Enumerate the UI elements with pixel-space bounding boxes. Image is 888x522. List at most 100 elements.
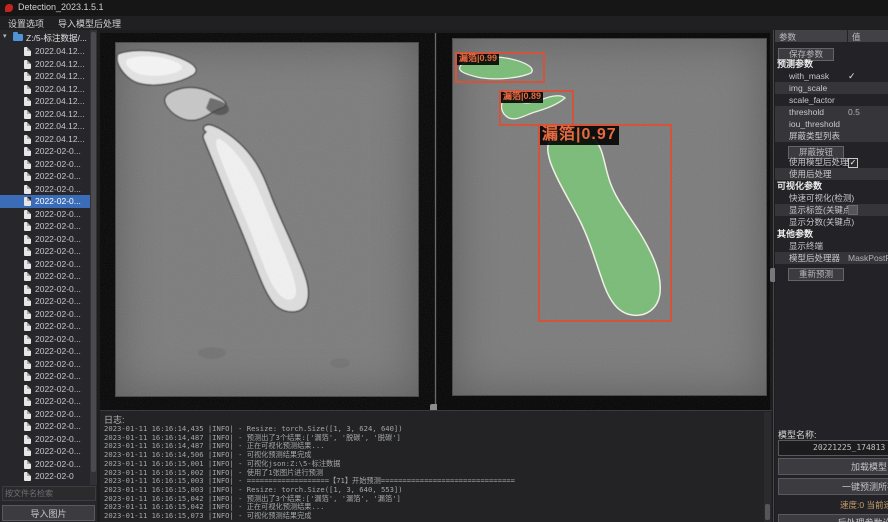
tree-item[interactable]: 2022-02-0... xyxy=(0,370,90,383)
param-row[interactable]: 使用模型后处理✓ xyxy=(775,156,888,168)
tree-item-label: 2022.04.12... xyxy=(35,59,85,69)
param-section-title: 预测参数 xyxy=(775,58,888,70)
param-row[interactable]: img_scale xyxy=(775,82,888,94)
predict-all-button[interactable]: 一键预测所有 xyxy=(778,478,888,495)
tree-item[interactable]: 2022.04.12... xyxy=(0,108,90,121)
param-row[interactable]: 快速可视化(检测) xyxy=(775,192,888,204)
tree-item[interactable]: 2022-02-0... xyxy=(0,433,90,446)
tree-item[interactable]: 2022-02-0... xyxy=(0,283,90,296)
param-row[interactable]: 显示分数(关键点) xyxy=(775,216,888,228)
tree-item[interactable]: 2022.04.12... xyxy=(0,58,90,71)
tree-item[interactable]: 2022.04.12... xyxy=(0,45,90,58)
file-icon xyxy=(24,372,31,381)
log-scrollbar[interactable] xyxy=(764,412,771,522)
tree-item[interactable]: 2022-02-0... xyxy=(0,333,90,346)
load-model-button[interactable]: 加载模型 xyxy=(778,458,888,475)
tree-item[interactable]: 2022-02-0... xyxy=(0,270,90,283)
model-name-value: 20221225_174813 xyxy=(813,443,885,452)
tree-item[interactable]: 2022-02-0... xyxy=(0,145,90,158)
tree-item[interactable]: 2022-02-0... xyxy=(0,295,90,308)
tree-item-label: 2022-02-0... xyxy=(35,409,81,419)
tree-item-label: 2022-02-0... xyxy=(35,184,81,194)
tree-item-label: 2022-02-0 xyxy=(35,471,74,481)
tree-item[interactable]: 2022-02-0 xyxy=(0,470,90,483)
param-row[interactable]: threshold0.5 xyxy=(775,106,888,118)
param-row[interactable]: iou_threshold xyxy=(775,118,888,130)
prediction-image-viewer[interactable]: 漏箔|0.99 漏箔|0.89 漏箔|0.97 xyxy=(437,33,770,410)
tree-item[interactable]: 2022-02-0... xyxy=(0,408,90,421)
param-value: MaskPostPro xyxy=(848,252,888,264)
tree-item[interactable]: 2022-02-0... xyxy=(0,195,90,208)
re-predict-button[interactable]: 重新预测 xyxy=(788,268,844,281)
tree-item[interactable]: 2022.04.12... xyxy=(0,83,90,96)
param-row[interactable]: 屏蔽类型列表 xyxy=(775,130,888,142)
menu-settings[interactable]: 设置选项 xyxy=(8,17,44,30)
tree-item[interactable]: 2022-02-0... xyxy=(0,420,90,433)
tree-item-label: 2022-02-0... xyxy=(35,259,81,269)
file-icon xyxy=(24,347,31,356)
tree-item[interactable]: 2022.04.12... xyxy=(0,95,90,108)
file-icon xyxy=(24,322,31,331)
param-value: 0.5 xyxy=(848,106,860,118)
param-row[interactable]: 显示标签(关键点) xyxy=(775,204,888,216)
tree-item[interactable]: 2022-02-0... xyxy=(0,245,90,258)
import-images-button[interactable]: 导入图片 xyxy=(2,505,95,521)
menu-bar: 设置选项 导入模型后处理 xyxy=(0,16,888,30)
param-row[interactable]: scale_factor xyxy=(775,94,888,106)
tree-item[interactable]: 2022.04.12... xyxy=(0,133,90,146)
original-image[interactable] xyxy=(115,42,419,397)
detection-label-2: 漏箔|0.89 xyxy=(501,92,543,103)
file-tree-panel: ▾ Z:/5-标注数据/... 2022.04.12...2022.04.12.… xyxy=(0,30,97,522)
file-icon xyxy=(24,447,31,456)
param-row[interactable]: 模型后处理器MaskPostPro xyxy=(775,252,888,264)
file-icon xyxy=(24,285,31,294)
tree-item[interactable]: 2022-02-0... xyxy=(0,158,90,171)
tree-item[interactable]: 2022-02-0... xyxy=(0,395,90,408)
tree-item-label: 2022-02-0... xyxy=(35,159,81,169)
tree-root-folder[interactable]: ▾ Z:/5-标注数据/... xyxy=(0,32,97,44)
tree-scrollbar[interactable] xyxy=(90,30,97,485)
postprocess-params-button[interactable]: 后处理参数设置 xyxy=(778,514,888,522)
params-header-value: 值 xyxy=(848,30,888,42)
tree-item-label: 2022-02-0... xyxy=(35,271,81,281)
tree-item[interactable]: 2022-02-0... xyxy=(0,170,90,183)
tree-item[interactable]: 2022-02-0... xyxy=(0,308,90,321)
model-name-field[interactable]: 20221225_174813 xyxy=(778,440,888,456)
tree-root-label: Z:/5-标注数据/... xyxy=(26,32,87,44)
tree-item[interactable]: 2022-02-0... xyxy=(0,320,90,333)
params-panel: 参数 值 保存参数 预测参数with_mask✓img_scalescale_f… xyxy=(775,30,888,522)
tree-item-label: 2022-02-0... xyxy=(35,284,81,294)
file-icon xyxy=(24,272,31,281)
checkbox-empty[interactable] xyxy=(848,205,858,215)
tree-item-label: 2022-02-0... xyxy=(35,196,81,206)
menu-import-model-postprocess[interactable]: 导入模型后处理 xyxy=(58,17,121,30)
param-label: iou_threshold xyxy=(789,118,840,130)
param-label: 显示标签(关键点) xyxy=(789,204,854,216)
chevron-down-icon[interactable]: ▾ xyxy=(3,32,7,40)
tree-item[interactable]: 2022-02-0... xyxy=(0,258,90,271)
param-row[interactable]: 显示终端 xyxy=(775,240,888,252)
file-icon xyxy=(24,97,31,106)
tree-item[interactable]: 2022-02-0... xyxy=(0,358,90,371)
tree-item-label: 2022.04.12... xyxy=(35,109,85,119)
app-window: Detection_2023.1.5.1 设置选项 导入模型后处理 ▾ Z:/5… xyxy=(0,0,888,522)
tree-item-label: 2022-02-0... xyxy=(35,346,81,356)
tree-item[interactable]: 2022-02-0... xyxy=(0,233,90,246)
tree-item[interactable]: 2022-02-0... xyxy=(0,345,90,358)
checkbox-checked[interactable]: ✓ xyxy=(848,158,858,168)
file-icon xyxy=(24,385,31,394)
filename-search-input[interactable] xyxy=(2,486,96,501)
original-image-viewer[interactable] xyxy=(100,33,434,410)
param-row[interactable]: with_mask✓ xyxy=(775,70,888,82)
file-icon xyxy=(24,210,31,219)
tree-item[interactable]: 2022-02-0... xyxy=(0,445,90,458)
tree-item[interactable]: 2022.04.12... xyxy=(0,70,90,83)
tree-item[interactable]: 2022-02-0... xyxy=(0,183,90,196)
tree-item[interactable]: 2022-02-0... xyxy=(0,458,90,471)
param-row[interactable]: 使用后处理 xyxy=(775,168,888,180)
tree-item[interactable]: 2022-02-0... xyxy=(0,220,90,233)
tree-item[interactable]: 2022-02-0... xyxy=(0,208,90,221)
param-label: 使用后处理 xyxy=(789,168,832,180)
tree-item[interactable]: 2022.04.12... xyxy=(0,120,90,133)
tree-item[interactable]: 2022-02-0... xyxy=(0,383,90,396)
